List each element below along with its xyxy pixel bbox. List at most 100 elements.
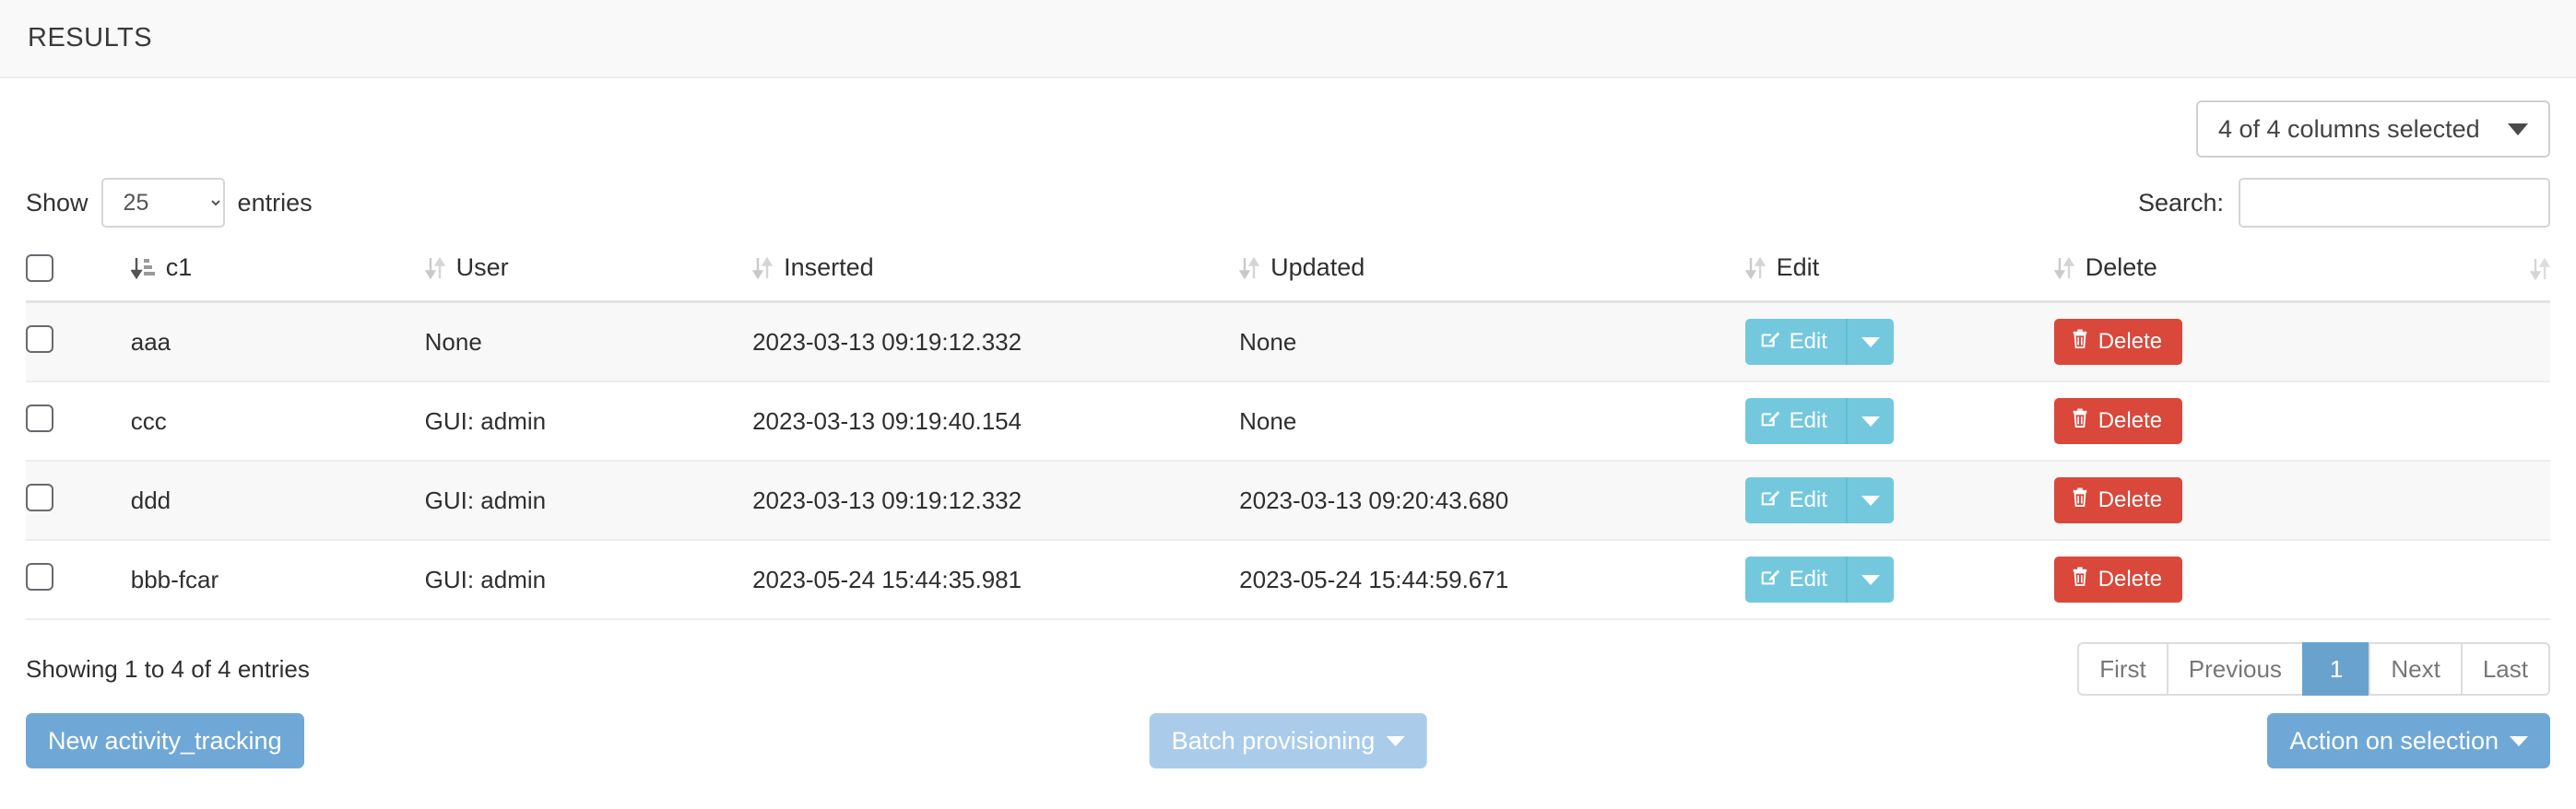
header-user-label: User — [455, 253, 509, 281]
results-table: c1 User Inserted Updated Edit Delete aaa… — [26, 244, 2550, 620]
edit-button[interactable]: Edit — [1744, 477, 1846, 523]
cell-inserted: 2023-03-13 09:19:12.332 — [752, 301, 1240, 382]
caret-down-icon — [1861, 574, 1880, 585]
header-delete-label: Delete — [2085, 253, 2157, 281]
edit-dropdown-toggle[interactable] — [1845, 557, 1894, 603]
entries-label: entries — [237, 188, 313, 217]
results-panel: RESULTS 4 of 4 columns selected Show 25 … — [0, 0, 2576, 809]
pagination-page-1[interactable]: 1 — [2301, 642, 2369, 696]
edit-button-group: Edit — [1744, 557, 1894, 603]
delete-button[interactable]: Delete — [2053, 477, 2183, 523]
table-row[interactable]: ccc GUI: admin 2023-03-13 09:19:40.154 N… — [26, 381, 2550, 462]
datatable-controls: Show 25 entries Search: — [26, 176, 2550, 229]
edit-button[interactable]: Edit — [1744, 319, 1846, 365]
header-user[interactable]: User — [424, 244, 753, 303]
column-selector-label: 4 of 4 columns selected — [2218, 114, 2480, 143]
header-c1[interactable]: c1 — [130, 244, 425, 303]
new-activity-tracking-button[interactable]: New activity_tracking — [26, 713, 304, 768]
delete-button[interactable]: Delete — [2053, 398, 2183, 444]
search-control: Search: — [2138, 178, 2550, 228]
pagination-last[interactable]: Last — [2460, 642, 2550, 696]
header-inserted[interactable]: Inserted — [752, 244, 1240, 303]
show-label: Show — [26, 188, 89, 217]
table-header-row: c1 User Inserted Updated Edit Delete — [26, 244, 2550, 303]
caret-down-icon — [1861, 336, 1880, 347]
chevron-down-icon — [2508, 123, 2528, 135]
header-delete[interactable]: Delete — [2053, 244, 2428, 303]
table-row[interactable]: aaa None 2023-03-13 09:19:12.332 None Ed… — [26, 301, 2550, 382]
edit-button-label: Edit — [1789, 567, 1827, 592]
edit-dropdown-toggle[interactable] — [1845, 477, 1894, 523]
row-checkbox[interactable] — [26, 404, 53, 432]
column-selector-dropdown[interactable]: 4 of 4 columns selected — [2196, 100, 2550, 158]
header-select-all[interactable] — [26, 244, 131, 303]
row-select-cell[interactable] — [26, 540, 131, 620]
pagination-next[interactable]: Next — [2369, 642, 2461, 696]
delete-button-label: Delete — [2097, 329, 2163, 354]
row-select-cell[interactable] — [26, 301, 131, 382]
edit-dropdown-toggle[interactable] — [1845, 398, 1894, 444]
cell-c1: bbb-fcar — [130, 540, 425, 620]
search-input[interactable] — [2239, 178, 2550, 228]
cell-delete: Delete — [2053, 381, 2428, 462]
row-checkbox[interactable] — [26, 483, 53, 511]
edit-button-group: Edit — [1744, 398, 1894, 444]
cell-c1: ccc — [130, 381, 425, 462]
sort-icon — [2053, 255, 2074, 281]
new-activity-tracking-label: New activity_tracking — [48, 726, 282, 755]
caret-down-icon — [1861, 495, 1880, 506]
row-checkbox[interactable] — [26, 324, 53, 353]
cell-extra — [2428, 301, 2550, 382]
row-checkbox[interactable] — [26, 562, 53, 591]
cell-user: GUI: admin — [424, 461, 753, 541]
header-inserted-label: Inserted — [784, 253, 874, 281]
cell-delete: Delete — [2053, 301, 2428, 382]
cell-updated: 2023-05-24 15:44:59.671 — [1239, 540, 1745, 620]
action-on-selection-button[interactable]: Action on selection — [2267, 713, 2550, 768]
action-bar: New activity_tracking Batch provisioning… — [26, 710, 2550, 771]
row-select-cell[interactable] — [26, 461, 131, 541]
header-updated[interactable]: Updated — [1239, 244, 1745, 303]
entries-per-page-select[interactable]: 25 — [100, 178, 225, 228]
delete-button[interactable]: Delete — [2053, 557, 2183, 603]
column-selector-row: 4 of 4 columns selected — [26, 78, 2550, 158]
cell-delete: Delete — [2053, 540, 2428, 620]
cell-edit: Edit — [1744, 540, 2054, 620]
header-edit-label: Edit — [1776, 253, 1820, 281]
trash-icon — [2071, 567, 2089, 593]
edit-button[interactable]: Edit — [1744, 398, 1846, 444]
panel-header: RESULTS — [0, 0, 2576, 78]
cell-updated: None — [1239, 381, 1745, 462]
pencil-square-icon — [1760, 408, 1780, 435]
pagination-first[interactable]: First — [2077, 642, 2167, 696]
header-extra[interactable] — [2428, 244, 2550, 303]
pencil-square-icon — [1760, 567, 1780, 593]
cell-extra — [2428, 461, 2550, 541]
table-body: aaa None 2023-03-13 09:19:12.332 None Ed… — [26, 301, 2550, 620]
batch-provisioning-button[interactable]: Batch provisioning — [1149, 713, 1427, 768]
sort-icon — [424, 255, 445, 281]
edit-dropdown-toggle[interactable] — [1845, 319, 1894, 365]
trash-icon — [2071, 329, 2089, 356]
cell-updated: 2023-03-13 09:20:43.680 — [1239, 461, 1745, 541]
cell-edit: Edit — [1744, 301, 2054, 382]
edit-button-label: Edit — [1789, 329, 1827, 354]
delete-button[interactable]: Delete — [2053, 319, 2183, 365]
pagination-previous[interactable]: Previous — [2166, 642, 2302, 696]
cell-c1: aaa — [130, 301, 425, 382]
cell-user: GUI: admin — [424, 381, 753, 462]
edit-button-label: Edit — [1789, 487, 1827, 512]
trash-icon — [2071, 487, 2089, 514]
delete-button-label: Delete — [2097, 567, 2163, 592]
cell-c1: ddd — [130, 461, 425, 541]
row-select-cell[interactable] — [26, 381, 131, 462]
edit-button-group: Edit — [1744, 477, 1894, 523]
sort-amount-down-icon — [130, 255, 155, 281]
header-edit[interactable]: Edit — [1744, 244, 2054, 303]
table-row[interactable]: ddd GUI: admin 2023-03-13 09:19:12.332 2… — [26, 461, 2550, 541]
edit-button[interactable]: Edit — [1744, 557, 1846, 603]
sort-icon — [752, 255, 774, 281]
cell-edit: Edit — [1744, 381, 2054, 462]
select-all-checkbox[interactable] — [26, 254, 53, 282]
table-row[interactable]: bbb-fcar GUI: admin 2023-05-24 15:44:35.… — [26, 540, 2550, 620]
